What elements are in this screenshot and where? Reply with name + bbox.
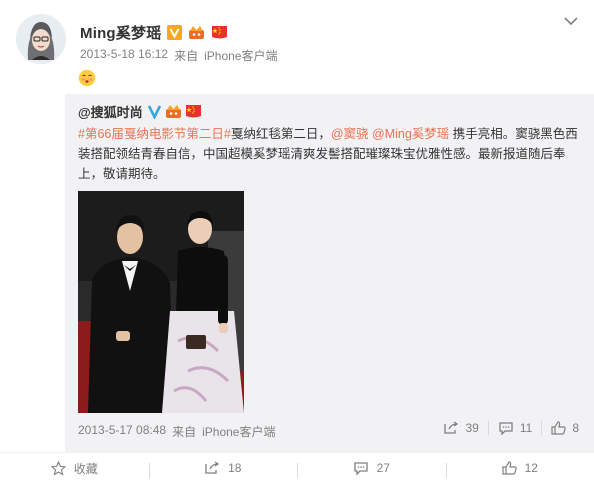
thumbs-up-icon: [551, 421, 567, 435]
member-crown-icon[interactable]: [165, 104, 182, 119]
thumbs-up-icon: [501, 461, 517, 475]
repost-author[interactable]: @搜狐时尚: [78, 102, 143, 121]
verified-blue-icon[interactable]: [147, 104, 162, 120]
repost-forward-button[interactable]: 39: [443, 421, 479, 435]
divider: [541, 421, 543, 435]
post-menu-chevron-icon[interactable]: [562, 14, 580, 28]
like-button[interactable]: 12: [445, 461, 594, 478]
repost-action-bar: 39 11 8: [443, 421, 579, 435]
repost-author-row: @搜狐时尚: [78, 102, 202, 120]
repost-forward-count: 39: [465, 421, 479, 435]
post-timestamp[interactable]: 2013-5-18 16:12: [80, 47, 168, 64]
post-source-prefix: 来自: [174, 49, 199, 63]
comment-count: 27: [376, 461, 390, 475]
mention-link[interactable]: @Ming奚梦瑶: [372, 127, 449, 141]
forward-icon: [205, 461, 220, 474]
china-flag-icon[interactable]: [185, 104, 202, 119]
comment-icon: [499, 422, 513, 435]
repost-comment-count: 11: [519, 421, 533, 435]
topic-link[interactable]: #第66届戛纳电影节第二日#: [78, 127, 231, 141]
post-action-bar: 收藏 18 27 12: [0, 452, 594, 483]
post-meta: 2013-5-18 16:12 来自 iPhone客户端: [80, 47, 277, 64]
forward-icon: [444, 421, 459, 434]
forward-count: 18: [228, 461, 242, 475]
divider: [487, 421, 489, 435]
repost-timestamp[interactable]: 2013-5-17 08:48: [78, 423, 166, 440]
reposted-content: @搜狐时尚 #第66届戛纳电影节第二日#戛纳红毯第二日，@窦骁 @Ming奚梦瑶…: [65, 94, 594, 452]
star-icon: [50, 460, 66, 476]
weibo-post-card: Ming奚梦瑶 2013-5-18 16:12 来自 iPhone客户端 @搜狐…: [0, 0, 594, 483]
china-flag-icon[interactable]: [211, 25, 228, 40]
user-name[interactable]: Ming奚梦瑶: [80, 22, 161, 43]
comment-button[interactable]: 27: [297, 461, 446, 478]
repost-source[interactable]: iPhone客户端: [202, 423, 275, 440]
like-count: 12: [524, 461, 538, 475]
repost-body-text: #第66届戛纳电影节第二日#戛纳红毯第二日，@窦骁 @Ming奚梦瑶 携手亮相。…: [78, 124, 583, 184]
user-name-row: Ming奚梦瑶: [80, 22, 228, 42]
smiling-face-emoji-icon: [78, 69, 96, 87]
repost-like-button[interactable]: 8: [551, 421, 579, 435]
forward-button[interactable]: 18: [148, 461, 298, 478]
mention-link[interactable]: @窦骁: [331, 127, 369, 141]
favorite-label: 收藏: [73, 461, 98, 476]
repost-source-prefix: 来自: [172, 425, 197, 439]
member-crown-icon[interactable]: [188, 25, 205, 40]
repost-meta: 2013-5-17 08:48 来自 iPhone客户端: [78, 423, 275, 440]
red-carpet-photo[interactable]: [78, 191, 244, 413]
user-avatar[interactable]: [16, 14, 66, 64]
repost-like-count: 8: [572, 421, 579, 435]
repost-comment-button[interactable]: 11: [498, 421, 532, 435]
verified-gold-icon[interactable]: [167, 24, 183, 40]
favorite-button[interactable]: 收藏: [0, 460, 149, 477]
comment-icon: [353, 462, 368, 475]
repost-text-part: 戛纳红毯第二日，: [230, 127, 331, 141]
post-source[interactable]: iPhone客户端: [204, 47, 277, 64]
